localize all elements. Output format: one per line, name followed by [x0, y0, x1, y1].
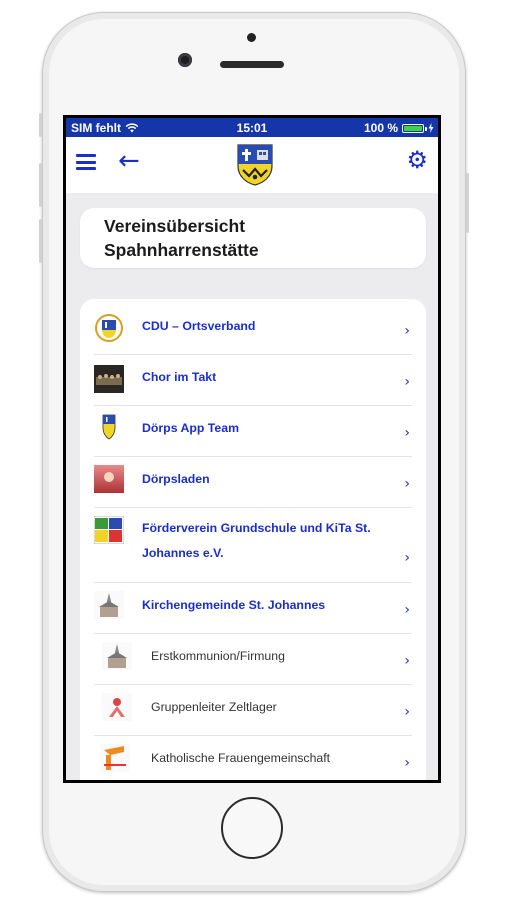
volume-up-button — [39, 163, 42, 207]
front-camera — [178, 53, 192, 67]
chevron-right-icon: › — [404, 374, 410, 390]
doerpsladen-logo-icon — [94, 465, 124, 493]
app-bar: ← ⚙ — [66, 137, 438, 193]
battery-icon — [402, 123, 427, 133]
chevron-right-icon: › — [404, 476, 410, 492]
status-bar: SIM fehlt 15:01 100 % — [66, 118, 438, 137]
cdu-logo-icon — [95, 314, 123, 342]
chevron-right-icon: › — [404, 755, 410, 771]
hamburger-menu-icon[interactable] — [76, 154, 96, 170]
page-title-line2: Spahnharrenstätte — [104, 240, 259, 260]
zeltlager-logo-icon — [102, 693, 132, 721]
list-item-label: Erstkommunion/Firmung — [151, 649, 285, 663]
list-item-zeltlager[interactable]: Gruppenleiter Zeltlager › — [94, 684, 412, 736]
chevron-right-icon: › — [404, 425, 410, 441]
list-item-label: Katholische Frauengemeinschaft — [151, 751, 331, 765]
arrow-left-icon[interactable]: ← — [118, 148, 140, 174]
charging-bolt-icon — [428, 123, 434, 133]
list-item-foerderverein[interactable]: Förderverein Grundschule und KiTa St. Jo… — [94, 507, 412, 583]
list-item-label: Dörps App Team — [142, 421, 240, 435]
list-item-label: Gruppenleiter Zeltlager — [151, 700, 277, 714]
gear-icon[interactable]: ⚙ — [406, 146, 428, 174]
home-button[interactable] — [221, 797, 283, 859]
list-item-label: Dörpsladen — [142, 472, 210, 486]
chevron-right-icon: › — [404, 323, 410, 339]
list-item-doerpsladen[interactable]: Dörpsladen › — [94, 456, 412, 508]
list-item-label: CDU – Ortsverband — [142, 319, 256, 333]
list-item-label-line1: Förderverein Grundschule und KiTa St. — [142, 521, 371, 535]
battery-fill — [404, 125, 422, 131]
choir-photo-icon — [94, 365, 124, 393]
doerps-app-crest-icon — [102, 414, 116, 440]
status-right: 100 % — [364, 121, 434, 135]
earpiece-speaker — [220, 61, 284, 68]
list-item-cdu[interactable]: CDU – Ortsverband › — [94, 301, 412, 355]
page-title-line1: Vereinsübersicht — [104, 216, 246, 236]
page-title-card: Vereinsübersicht Spahnharrenstätte — [80, 208, 426, 268]
volume-down-button — [39, 219, 42, 263]
church-icon — [94, 591, 124, 619]
app-screen: SIM fehlt 15:01 100 % ← ⚙ Vereinsübersic… — [66, 118, 438, 780]
foerderverein-logo-icon — [94, 516, 124, 544]
phone-screen: SIM fehlt 15:01 100 % ← ⚙ Vereinsübersic… — [63, 115, 441, 783]
power-button — [466, 173, 469, 233]
list-item-kirchengemeinde[interactable]: Kirchengemeinde St. Johannes › — [94, 582, 412, 634]
list-item-kfd[interactable]: Katholische Frauengemeinschaft › — [94, 735, 412, 780]
church-icon — [102, 642, 132, 670]
list-item-label: Chor im Takt — [142, 370, 217, 384]
battery-percent: 100 % — [363, 121, 398, 135]
list-item-doerps-app-team[interactable]: Dörps App Team › — [94, 405, 412, 457]
chevron-right-icon: › — [404, 704, 410, 720]
club-list: CDU – Ortsverband › Chor im Takt › Dörps… — [80, 299, 426, 780]
chevron-right-icon: › — [404, 550, 410, 566]
proximity-sensor — [247, 33, 256, 42]
list-item-label-line2: Johannes e.V. — [142, 546, 224, 560]
list-item-chor[interactable]: Chor im Takt › — [94, 354, 412, 406]
kfd-logo-icon — [100, 744, 130, 772]
municipality-crest-logo — [237, 144, 273, 186]
list-item-label: Kirchengemeinde St. Johannes — [142, 598, 326, 612]
mute-switch — [39, 113, 42, 137]
chevron-right-icon: › — [404, 602, 410, 618]
chevron-right-icon: › — [404, 653, 410, 669]
list-item-erstkommunion[interactable]: Erstkommunion/Firmung › — [94, 633, 412, 685]
